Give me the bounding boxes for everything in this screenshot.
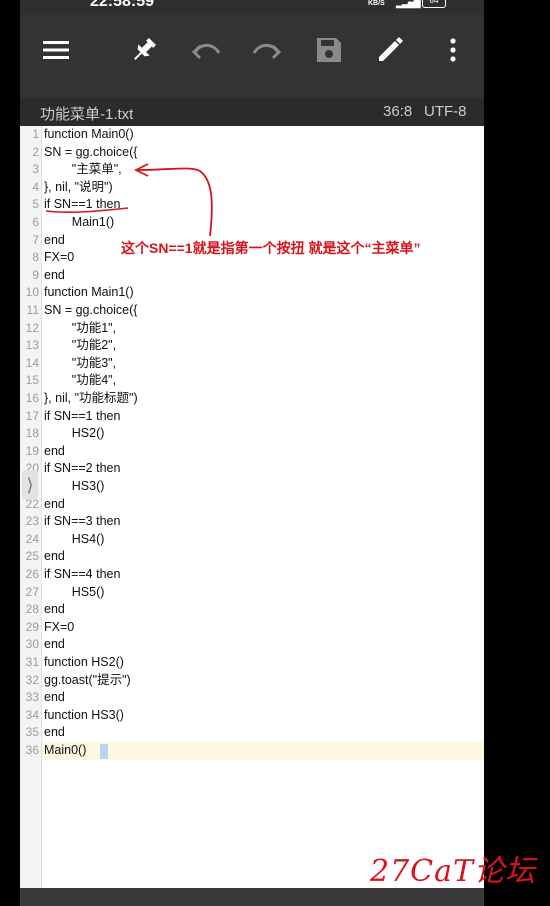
underline-stroke <box>45 207 129 214</box>
annotation-overlay <box>45 163 213 237</box>
watermark-logo: 27CaT论坛 <box>370 854 537 889</box>
annotation-text: 这个SN==1就是指第一个按扭 就是这个“主菜单” <box>121 240 421 256</box>
annotation-arrow <box>137 167 213 237</box>
